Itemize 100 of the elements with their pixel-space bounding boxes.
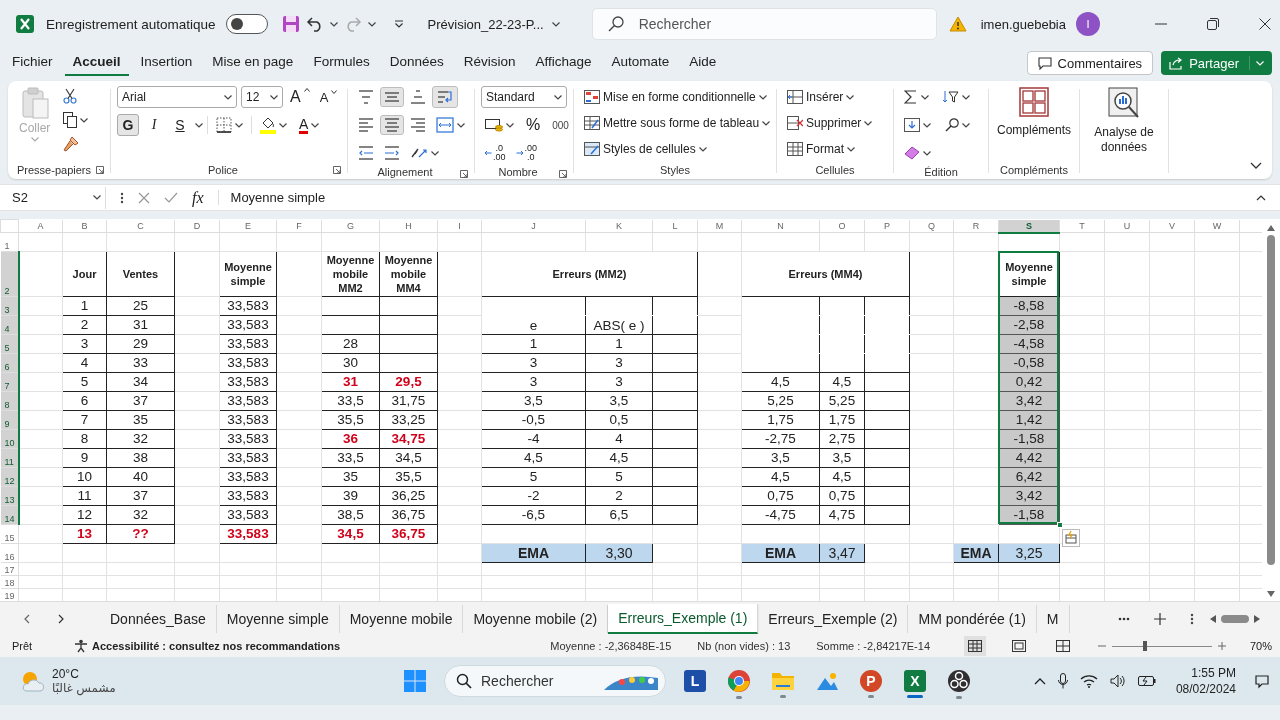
menu-tab[interactable]: Accueil [64, 50, 129, 76]
previous-sheet-icon[interactable] [24, 613, 30, 624]
bold-button[interactable]: G [117, 114, 139, 136]
formula-field[interactable]: Moyenne simple [217, 190, 1242, 205]
scroll-up-icon[interactable] [1267, 225, 1275, 231]
spreadsheet-app-icon[interactable]: X [904, 669, 926, 692]
caret-icon[interactable] [195, 122, 203, 128]
column-header[interactable]: A [18, 219, 63, 233]
column-header[interactable]: J [481, 219, 586, 233]
increase-font-button[interactable]: A [287, 87, 313, 107]
caret-icon[interactable] [367, 21, 376, 27]
insert-function-button[interactable]: fx [192, 188, 204, 207]
decrease-decimal-button[interactable]: .00 .0 [512, 143, 541, 163]
menu-tab[interactable]: Fichier [4, 50, 61, 76]
zoom-in-icon[interactable] [1218, 642, 1226, 650]
sheet-tab[interactable]: MM pondérée (1) [908, 604, 1037, 633]
recorder-icon[interactable] [947, 668, 971, 693]
more-sheets-icon[interactable] [1118, 616, 1130, 621]
column-header[interactable]: M [697, 219, 742, 233]
row-header[interactable]: 6 [0, 353, 19, 373]
percent-button[interactable]: % [522, 113, 545, 137]
sheet-tab[interactable]: Erreurs_Exemple (1) [608, 603, 759, 634]
underline-button[interactable]: S [169, 114, 191, 136]
restore-icon[interactable] [1207, 18, 1219, 30]
font-size-field[interactable]: 12 [241, 86, 283, 108]
name-box[interactable]: S2 [8, 186, 106, 209]
column-header[interactable]: N [741, 219, 820, 233]
styles-menu-button[interactable]: Mettre sous forme de tableau [580, 113, 775, 133]
column-header[interactable]: U [1104, 219, 1150, 233]
column-header[interactable]: V [1149, 219, 1195, 233]
add-ins-button[interactable]: Compléments [995, 85, 1073, 139]
check-icon[interactable] [164, 191, 178, 204]
center-align-button[interactable] [380, 115, 404, 135]
expand-formula-icon[interactable] [1256, 194, 1266, 201]
start-icon[interactable] [404, 669, 426, 692]
presentation-app-icon[interactable]: P [860, 669, 882, 692]
sheet-tab[interactable]: Erreurs_Exemple (2) [758, 604, 909, 633]
clock-time[interactable]: 1:55 PM [1191, 665, 1236, 681]
middle-align-button[interactable] [380, 87, 404, 107]
column-header[interactable]: P [864, 219, 910, 233]
column-header[interactable]: F [276, 219, 322, 233]
row-header[interactable]: 9 [0, 410, 19, 430]
add-sheet-icon[interactable] [1154, 612, 1166, 625]
styles-menu-button[interactable]: Styles de cellules [580, 139, 711, 159]
collapse-ribbon-icon[interactable] [1250, 162, 1262, 169]
row-header[interactable]: 3 [0, 296, 19, 316]
column-header[interactable]: C [106, 219, 175, 233]
menu-tab[interactable]: Révision [455, 50, 524, 76]
cancel-icon[interactable] [138, 191, 150, 204]
dialog-launcher-icon[interactable] [96, 166, 104, 174]
column-header[interactable]: E [219, 219, 277, 233]
search-field[interactable]: Rechercher [591, 8, 937, 40]
decrease-font-button[interactable]: A [316, 88, 341, 106]
sheet-tab[interactable]: Données_Base [100, 604, 217, 633]
row-header[interactable]: 8 [0, 391, 19, 411]
column-header[interactable]: D [174, 219, 220, 233]
sheet-tab[interactable]: Moyenne simple [216, 604, 340, 633]
accessibility-link[interactable]: Accessibilité : consultez nos recommandations [92, 640, 341, 652]
browser-icon[interactable] [727, 668, 751, 693]
share-button[interactable]: Partager [1161, 51, 1272, 75]
filename-button[interactable]: Prévision_22-23-P... [427, 16, 560, 32]
warning-icon[interactable] [948, 16, 967, 32]
column-header[interactable]: K [585, 219, 653, 233]
close-icon[interactable] [1259, 18, 1271, 30]
cells-menu-button[interactable]: Format [783, 139, 859, 159]
next-sheet-icon[interactable] [58, 613, 64, 624]
column-header[interactable]: L [652, 219, 698, 233]
taskbar-search-field[interactable]: Rechercher [444, 665, 666, 697]
font-name-field[interactable]: Arial [117, 86, 237, 108]
comments-button[interactable]: Commentaires [1026, 51, 1154, 75]
microphone-icon[interactable] [1057, 673, 1068, 689]
dialog-launcher-icon[interactable] [333, 166, 341, 174]
thousands-separator-button[interactable]: 000 [548, 116, 573, 134]
more-options-icon[interactable] [1190, 612, 1194, 625]
row-header[interactable]: 16 [0, 543, 19, 563]
page-break-icon[interactable] [1056, 640, 1070, 652]
quick-analysis-icon[interactable] [1061, 528, 1080, 547]
column-header[interactable]: G [321, 219, 380, 233]
scroll-down-icon[interactable] [1267, 591, 1275, 597]
scroll-left-icon[interactable] [1210, 614, 1216, 623]
number-format-field[interactable]: Standard [481, 86, 567, 108]
menu-tab[interactable]: Mise en page [204, 50, 302, 76]
notification-icon[interactable] [1254, 673, 1270, 689]
styles-menu-button[interactable]: Mise en forme conditionnelle [580, 87, 771, 107]
clock-date[interactable]: 08/02/2024 [1175, 681, 1236, 697]
wrap-text-button[interactable] [432, 86, 458, 108]
caret-icon[interactable] [329, 21, 338, 27]
analyze-data-button[interactable]: Analyse de données [1086, 85, 1162, 157]
column-header[interactable]: W [1194, 219, 1240, 233]
row-header[interactable]: 14 [0, 505, 19, 525]
column-header[interactable]: I [437, 219, 482, 233]
column-header[interactable]: R [953, 219, 999, 233]
dialog-launcher-icon[interactable] [460, 170, 468, 178]
chevron-up-icon[interactable] [1033, 677, 1046, 685]
battery-icon[interactable] [1137, 675, 1156, 687]
scrollbar-thumb[interactable] [1221, 614, 1249, 623]
menu-tab[interactable]: Formules [305, 50, 378, 76]
customize-icon[interactable] [393, 20, 404, 28]
row-header[interactable]: 15 [0, 524, 19, 544]
row-header[interactable]: 10 [0, 429, 19, 449]
